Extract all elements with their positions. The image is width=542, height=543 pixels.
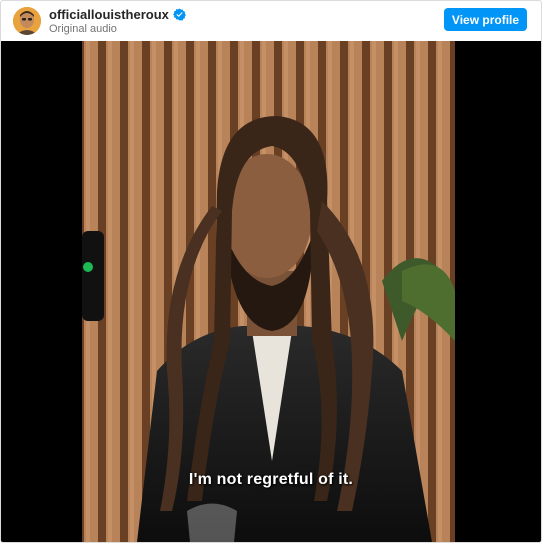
verified-badge-icon [172, 8, 186, 21]
user-info: officiallouistheroux Original audio [49, 7, 186, 36]
avatar-image [13, 7, 41, 35]
username-row: officiallouistheroux [49, 7, 186, 22]
instagram-embed-card: officiallouistheroux Original audio View… [0, 0, 542, 543]
avatar[interactable] [13, 7, 41, 35]
audio-subtitle[interactable]: Original audio [49, 23, 186, 36]
video-player[interactable]: I'm not regretful of it. [1, 41, 541, 542]
post-header: officiallouistheroux Original audio View… [1, 1, 541, 41]
video-frame [82, 41, 455, 542]
video-caption: I'm not regretful of it. [188, 471, 354, 488]
view-profile-button[interactable]: View profile [444, 8, 527, 31]
username-link[interactable]: officiallouistheroux [49, 7, 169, 22]
